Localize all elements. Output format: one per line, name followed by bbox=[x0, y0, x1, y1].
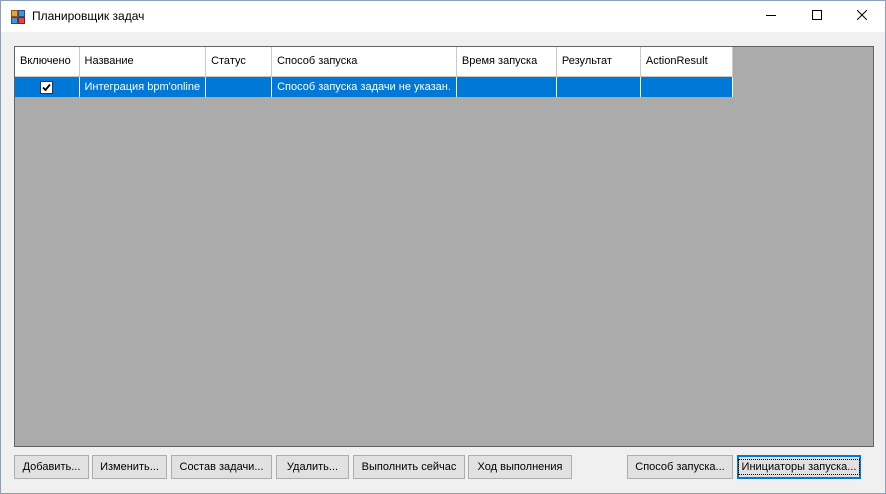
maximize-icon bbox=[812, 10, 822, 23]
tasks-table: Включено Название Статус Способ запуска … bbox=[15, 47, 733, 97]
column-header-launch-method[interactable]: Способ запуска bbox=[271, 47, 457, 77]
launch-method-button[interactable]: Способ запуска... bbox=[627, 455, 733, 479]
column-header-status[interactable]: Статус bbox=[205, 47, 273, 77]
action-result-cell[interactable] bbox=[640, 76, 733, 97]
column-header-result[interactable]: Результат bbox=[556, 47, 641, 77]
window-title: Планировщик задач bbox=[32, 9, 145, 23]
tasks-grid[interactable]: Включено Название Статус Способ запуска … bbox=[14, 46, 874, 447]
close-icon bbox=[856, 9, 868, 23]
minimize-button[interactable] bbox=[748, 1, 794, 32]
progress-button[interactable]: Ход выполнения bbox=[468, 455, 572, 479]
name-cell[interactable]: Интеграция bpm'online bbox=[79, 76, 207, 97]
maximize-button[interactable] bbox=[794, 1, 840, 32]
enabled-checkbox[interactable] bbox=[40, 80, 54, 94]
scheduler-window: Планировщик задач Включено Название Стат… bbox=[0, 0, 886, 494]
close-button[interactable] bbox=[839, 1, 885, 32]
status-cell[interactable] bbox=[205, 76, 273, 97]
edit-button[interactable]: Изменить... bbox=[92, 455, 167, 479]
table-header-row: Включено Название Статус Способ запуска … bbox=[15, 47, 733, 77]
scheduler-app-icon bbox=[11, 10, 25, 24]
launch-time-cell[interactable] bbox=[456, 76, 557, 97]
launch-initiators-label: Инициаторы запуска... bbox=[737, 459, 861, 475]
checkmark-icon bbox=[42, 83, 51, 91]
delete-button[interactable]: Удалить... bbox=[276, 455, 349, 479]
column-header-action-result[interactable]: ActionResult bbox=[640, 47, 733, 77]
table-row[interactable]: Интеграция bpm'online Способ запуска зад… bbox=[15, 76, 733, 97]
run-now-button[interactable]: Выполнить сейчас bbox=[353, 455, 465, 479]
result-cell[interactable] bbox=[556, 76, 641, 97]
enabled-cell[interactable] bbox=[15, 76, 80, 97]
title-bar[interactable]: Планировщик задач bbox=[1, 1, 885, 32]
task-contents-button[interactable]: Состав задачи... bbox=[171, 455, 272, 479]
minimize-icon bbox=[766, 10, 776, 23]
column-header-enabled[interactable]: Включено bbox=[15, 47, 80, 77]
launch-initiators-button[interactable]: Инициаторы запуска... bbox=[737, 455, 861, 479]
add-button[interactable]: Добавить... bbox=[14, 455, 89, 479]
column-header-launch-time[interactable]: Время запуска bbox=[456, 47, 557, 77]
launch-method-cell[interactable]: Способ запуска задачи не указан. bbox=[271, 76, 457, 97]
column-header-name[interactable]: Название bbox=[79, 47, 207, 77]
